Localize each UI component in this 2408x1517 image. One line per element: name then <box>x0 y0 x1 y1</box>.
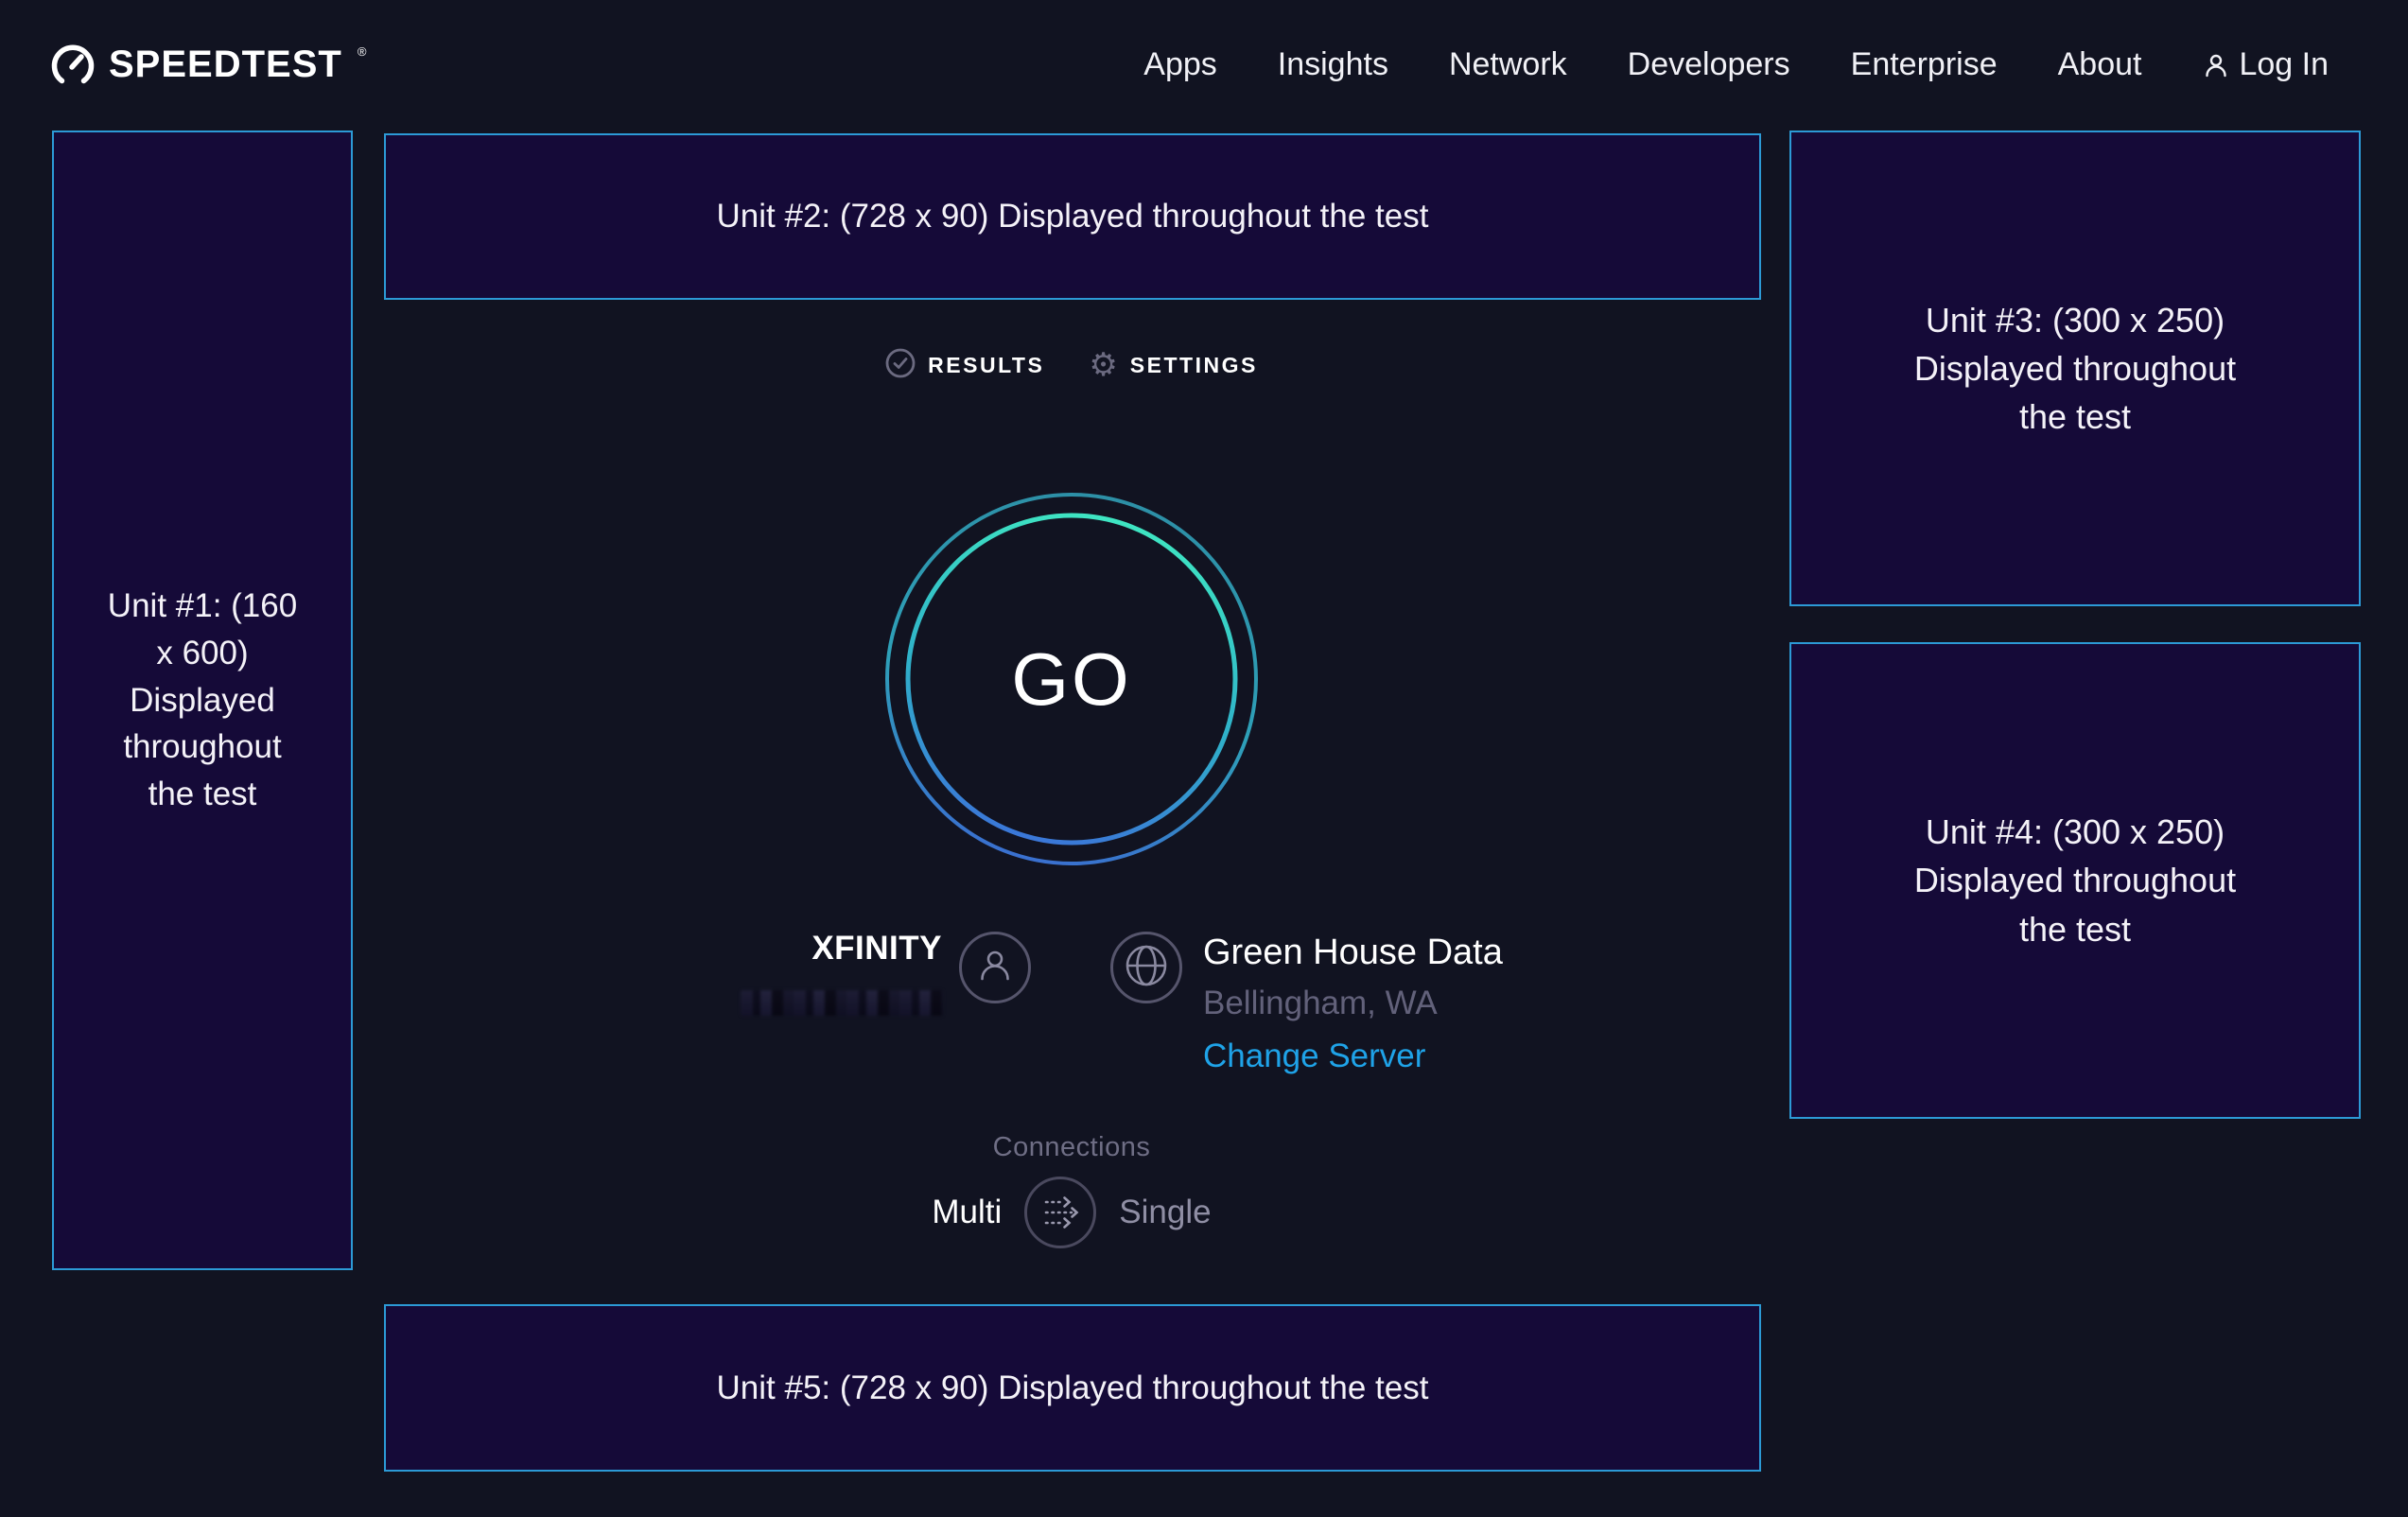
connections-multi-option[interactable]: Multi <box>932 1194 1002 1231</box>
ad-unit-3-rectangle[interactable]: Unit #3: (300 x 250) Displayed throughou… <box>1789 131 2361 606</box>
nav-item-insights[interactable]: Insights <box>1278 46 1388 83</box>
logo-text: SPEEDTEST <box>109 44 342 86</box>
ad-unit-2-text: Unit #2: (728 x 90) Displayed throughout… <box>717 193 1429 240</box>
ad-unit-3-text: Unit #3: (300 x 250) Displayed throughou… <box>1886 296 2264 441</box>
connections-toggle-row: Multi Single <box>835 1175 1308 1250</box>
user-icon <box>2202 51 2230 79</box>
primary-nav: Apps Insights Network Developers Enterpr… <box>1143 0 2329 130</box>
ad-unit-1-text: Unit #1: (160 x 600) Displayed throughou… <box>106 583 300 817</box>
change-server-link[interactable]: Change Server <box>1203 1037 1425 1075</box>
server-name: Green House Data <box>1203 933 1503 972</box>
nav-item-apps[interactable]: Apps <box>1143 46 1217 83</box>
tab-results[interactable]: RESULTS <box>885 348 1044 383</box>
server-info: Green House Data Bellingham, WA Change S… <box>1203 933 1503 1075</box>
login-button[interactable]: Log In <box>2202 46 2329 83</box>
globe-icon <box>1123 942 1170 994</box>
logo-trademark: ® <box>358 44 367 59</box>
gauge-icon <box>50 43 96 88</box>
results-settings-tabs: RESULTS ⚙ SETTINGS <box>835 346 1308 384</box>
ad-unit-5-leaderboard[interactable]: Unit #5: (728 x 90) Displayed throughout… <box>384 1304 1761 1472</box>
isp-name[interactable]: XFINITY <box>811 930 942 968</box>
nav-item-developers[interactable]: Developers <box>1628 46 1790 83</box>
go-button[interactable]: GO <box>881 488 1263 870</box>
speedtest-page: SPEEDTEST ® Apps Insights Network Develop… <box>0 0 2408 1517</box>
server-badge <box>1110 932 1182 1003</box>
tab-results-label: RESULTS <box>928 353 1044 378</box>
nav-item-network[interactable]: Network <box>1449 46 1567 83</box>
gear-icon: ⚙ <box>1089 349 1117 381</box>
login-label: Log In <box>2239 46 2329 83</box>
check-circle-icon <box>885 348 916 383</box>
ad-unit-2-leaderboard[interactable]: Unit #2: (728 x 90) Displayed throughout… <box>384 133 1761 300</box>
top-nav-bar: SPEEDTEST ® Apps Insights Network Develop… <box>0 0 2408 130</box>
ad-unit-4-text: Unit #4: (300 x 250) Displayed throughou… <box>1886 808 2264 952</box>
ad-unit-5-text: Unit #5: (728 x 90) Displayed throughout… <box>717 1365 1429 1412</box>
ip-address-redacted <box>741 990 943 1016</box>
connections-label: Connections <box>882 1132 1261 1163</box>
nav-item-enterprise[interactable]: Enterprise <box>1851 46 1998 83</box>
ad-unit-4-rectangle[interactable]: Unit #4: (300 x 250) Displayed throughou… <box>1789 642 2361 1119</box>
server-location: Bellingham, WA <box>1203 985 1503 1022</box>
tab-settings-label: SETTINGS <box>1130 353 1258 378</box>
go-button-label: GO <box>881 488 1263 870</box>
connections-single-option[interactable]: Single <box>1119 1194 1211 1231</box>
person-icon <box>974 945 1016 991</box>
connections-toggle-icon[interactable] <box>1022 1175 1098 1250</box>
speedtest-logo[interactable]: SPEEDTEST ® <box>50 0 364 130</box>
nav-item-about[interactable]: About <box>2058 46 2142 83</box>
tab-settings[interactable]: ⚙ SETTINGS <box>1089 349 1258 381</box>
ad-unit-1-skyscraper[interactable]: Unit #1: (160 x 600) Displayed throughou… <box>52 131 353 1270</box>
isp-badge <box>959 932 1031 1003</box>
